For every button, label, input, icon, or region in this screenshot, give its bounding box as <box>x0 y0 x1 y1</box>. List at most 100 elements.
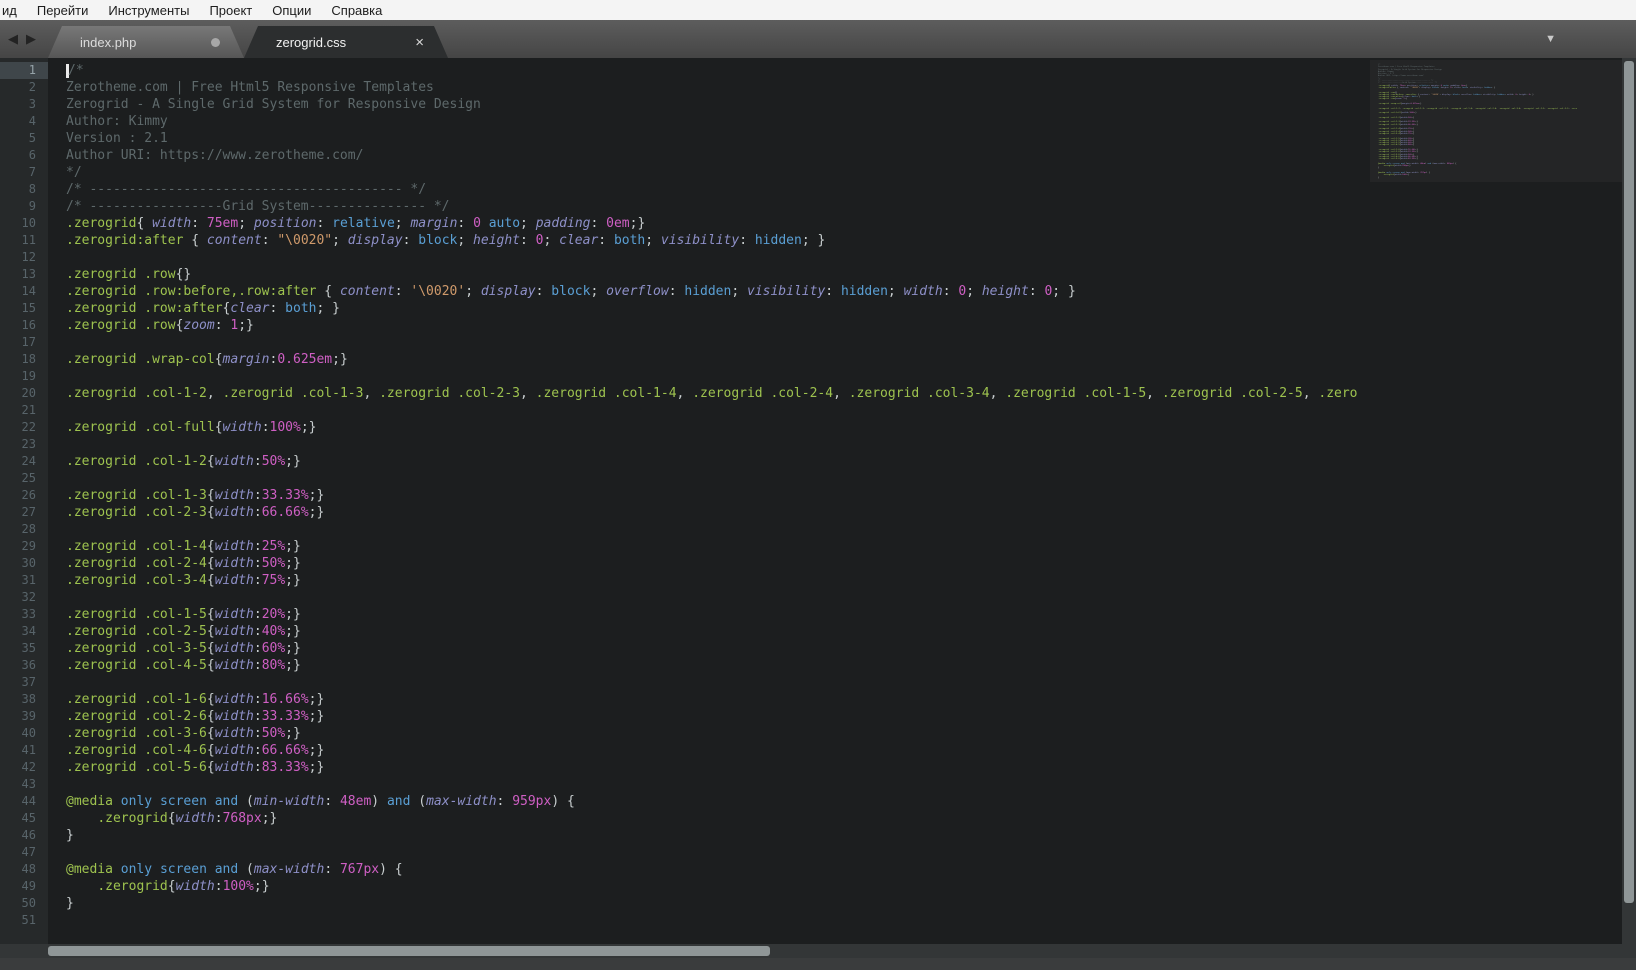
code-line[interactable]: .zerogrid .col-5-6{width:83.33%;} <box>66 759 1370 776</box>
code-line[interactable]: } <box>66 827 1370 844</box>
line-number[interactable]: 8 <box>0 181 48 198</box>
line-number[interactable]: 46 <box>0 827 48 844</box>
line-number[interactable]: 23 <box>0 436 48 453</box>
line-number[interactable]: 49 <box>0 878 48 895</box>
code-line[interactable]: .zerogrid{ width: 75em; position: relati… <box>66 215 1370 232</box>
line-number[interactable]: 5 <box>0 130 48 147</box>
code-line[interactable]: .zerogrid{width:768px;} <box>66 810 1370 827</box>
line-number[interactable]: 38 <box>0 691 48 708</box>
code-line[interactable]: .zerogrid .col-2-4{width:50%;} <box>66 555 1370 572</box>
line-number[interactable]: 3 <box>0 96 48 113</box>
code-line[interactable] <box>66 334 1370 351</box>
code-line[interactable]: .zerogrid .row{} <box>66 266 1370 283</box>
close-tab-icon[interactable]: × <box>415 35 424 50</box>
code-line[interactable]: .zerogrid .col-full{width:100%;} <box>66 419 1370 436</box>
code-line[interactable]: .zerogrid .col-1-2{width:50%;} <box>66 453 1370 470</box>
horizontal-scrollbar[interactable] <box>0 944 1622 958</box>
code-line[interactable]: Author URI: https://www.zerotheme.com/ <box>66 147 1370 164</box>
menu-item[interactable]: Опции <box>262 3 321 18</box>
code-line[interactable]: Author: Kimmy <box>66 113 1370 130</box>
line-number[interactable]: 20 <box>0 385 48 402</box>
code-line[interactable]: .zerogrid .col-1-4{width:25%;} <box>66 538 1370 555</box>
code-line[interactable]: .zerogrid .col-3-5{width:60%;} <box>66 640 1370 657</box>
line-number[interactable]: 28 <box>0 521 48 538</box>
code-line[interactable]: .zerogrid .col-3-6{width:50%;} <box>66 725 1370 742</box>
vertical-scrollbar[interactable] <box>1622 58 1636 944</box>
line-number[interactable]: 26 <box>0 487 48 504</box>
line-number[interactable]: 51 <box>0 912 48 929</box>
line-number[interactable]: 16 <box>0 317 48 334</box>
code-line[interactable]: .zerogrid .col-1-2, .zerogrid .col-1-3, … <box>66 385 1370 402</box>
code-line[interactable] <box>66 844 1370 861</box>
code-line[interactable]: .zerogrid .col-4-5{width:80%;} <box>66 657 1370 674</box>
line-number[interactable]: 32 <box>0 589 48 606</box>
line-number[interactable]: 21 <box>0 402 48 419</box>
code-line[interactable]: .zerogrid .col-2-6{width:33.33%;} <box>66 708 1370 725</box>
line-number[interactable]: 45 <box>0 810 48 827</box>
code-line[interactable]: .zerogrid .row:after{clear: both; } <box>66 300 1370 317</box>
code-line[interactable]: .zerogrid .col-3-4{width:75%;} <box>66 572 1370 589</box>
code-line[interactable]: .zerogrid .col-1-3{width:33.33%;} <box>66 487 1370 504</box>
code-line[interactable]: */ <box>66 164 1370 181</box>
line-number[interactable]: 35 <box>0 640 48 657</box>
code-line[interactable]: .zerogrid{width:100%;} <box>66 878 1370 895</box>
line-number[interactable]: 22 <box>0 419 48 436</box>
line-number[interactable]: 39 <box>0 708 48 725</box>
line-number[interactable]: 18 <box>0 351 48 368</box>
code-line[interactable] <box>66 589 1370 606</box>
tab-zerogrid-css[interactable]: zerogrid.css × <box>244 26 448 58</box>
line-number[interactable]: 33 <box>0 606 48 623</box>
code-area[interactable]: /*Zerotheme.com | Free Html5 Responsive … <box>48 58 1370 944</box>
code-line[interactable]: } <box>66 895 1370 912</box>
line-number[interactable]: 50 <box>0 895 48 912</box>
line-number[interactable]: 2 <box>0 79 48 96</box>
line-number[interactable]: 10 <box>0 215 48 232</box>
line-number[interactable]: 19 <box>0 368 48 385</box>
line-number[interactable]: 9 <box>0 198 48 215</box>
code-line[interactable]: .zerogrid .row:before,.row:after { conte… <box>66 283 1370 300</box>
line-number[interactable]: 7 <box>0 164 48 181</box>
horizontal-scrollbar-thumb[interactable] <box>48 946 770 956</box>
line-number[interactable]: 14 <box>0 283 48 300</box>
line-number[interactable]: 41 <box>0 742 48 759</box>
code-line[interactable]: /* <box>66 62 1370 79</box>
line-number[interactable]: 44 <box>0 793 48 810</box>
code-line[interactable]: .zerogrid .col-4-6{width:66.66%;} <box>66 742 1370 759</box>
code-line[interactable]: .zerogrid .wrap-col{margin:0.625em;} <box>66 351 1370 368</box>
line-number[interactable]: 6 <box>0 147 48 164</box>
forward-button[interactable]: ▶ <box>26 31 36 47</box>
line-number[interactable]: 47 <box>0 844 48 861</box>
line-number[interactable]: 1 <box>0 62 48 79</box>
line-number[interactable]: 15 <box>0 300 48 317</box>
line-number[interactable]: 36 <box>0 657 48 674</box>
code-line[interactable]: .zerogrid .col-1-5{width:20%;} <box>66 606 1370 623</box>
code-line[interactable]: .zerogrid .col-2-3{width:66.66%;} <box>66 504 1370 521</box>
vertical-scrollbar-thumb[interactable] <box>1624 61 1634 903</box>
code-line[interactable]: /* -----------------Grid System---------… <box>66 198 1370 215</box>
tab-list-dropdown-icon[interactable]: ▼ <box>1545 33 1556 45</box>
line-number[interactable]: 48 <box>0 861 48 878</box>
menu-item[interactable]: Инструменты <box>98 3 199 18</box>
code-line[interactable]: Zerogrid - A Single Grid System for Resp… <box>66 96 1370 113</box>
line-number[interactable]: 37 <box>0 674 48 691</box>
line-number[interactable]: 27 <box>0 504 48 521</box>
line-number[interactable]: 42 <box>0 759 48 776</box>
code-line[interactable]: @media only screen and (max-width: 767px… <box>66 861 1370 878</box>
code-line[interactable]: .zerogrid .col-2-5{width:40%;} <box>66 623 1370 640</box>
code-line[interactable] <box>66 249 1370 266</box>
line-number[interactable]: 25 <box>0 470 48 487</box>
code-line[interactable] <box>66 521 1370 538</box>
code-line[interactable]: .zerogrid:after { content: "\0020"; disp… <box>66 232 1370 249</box>
menu-item[interactable]: ид <box>0 3 27 18</box>
code-line[interactable] <box>66 368 1370 385</box>
line-number[interactable]: 17 <box>0 334 48 351</box>
code-line[interactable]: .zerogrid .row{zoom: 1;} <box>66 317 1370 334</box>
code-line[interactable]: Zerotheme.com | Free Html5 Responsive Te… <box>66 79 1370 96</box>
line-number[interactable]: 24 <box>0 453 48 470</box>
code-line[interactable]: Version : 2.1 <box>66 130 1370 147</box>
line-number[interactable]: 34 <box>0 623 48 640</box>
back-button[interactable]: ◀ <box>8 31 18 47</box>
code-line[interactable]: .zerogrid .col-1-6{width:16.66%;} <box>66 691 1370 708</box>
line-number[interactable]: 40 <box>0 725 48 742</box>
line-number[interactable]: 29 <box>0 538 48 555</box>
